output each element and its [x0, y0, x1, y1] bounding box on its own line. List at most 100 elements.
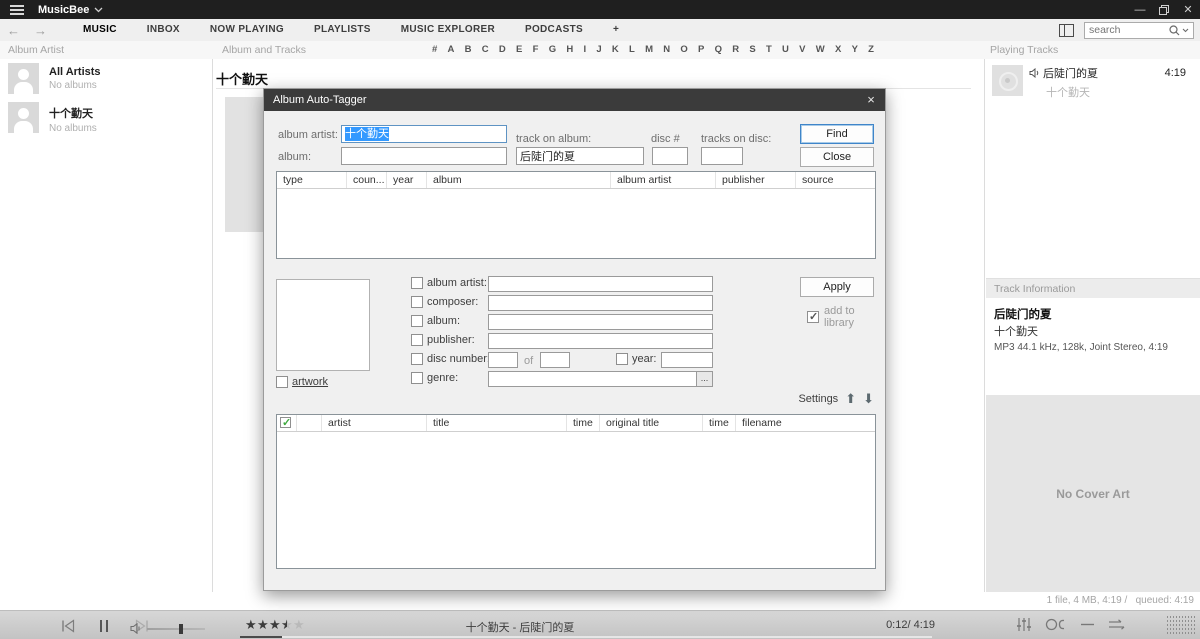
- tag-publisher-input[interactable]: [488, 333, 713, 349]
- disc-number-input[interactable]: [652, 147, 688, 165]
- restore-button[interactable]: [1152, 0, 1176, 19]
- search-results-table[interactable]: typecoun...yearalbumalbum artistpublishe…: [276, 171, 876, 259]
- track-on-album-input[interactable]: [516, 147, 644, 165]
- alphabet-letter[interactable]: T: [766, 44, 772, 55]
- year-input[interactable]: [661, 352, 713, 368]
- results-column-header[interactable]: coun...: [347, 172, 387, 188]
- disc-count-input[interactable]: [540, 352, 570, 368]
- artwork-checkbox[interactable]: [276, 376, 288, 388]
- tab-add[interactable]: +: [598, 19, 634, 41]
- alphabet-letter[interactable]: M: [645, 44, 653, 55]
- spectrum-visualizer-icon[interactable]: [1166, 615, 1196, 636]
- tag-album-checkbox[interactable]: [411, 315, 423, 327]
- alphabet-letter[interactable]: H: [566, 44, 573, 55]
- tracks-column-header[interactable]: [297, 415, 322, 431]
- tab-inbox[interactable]: INBOX: [132, 19, 195, 41]
- tag-disc-number-checkbox[interactable]: [411, 353, 423, 365]
- alphabet-letter[interactable]: B: [465, 44, 472, 55]
- find-button[interactable]: Find: [800, 124, 874, 144]
- genre-input[interactable]: [488, 371, 697, 387]
- search-input[interactable]: [1089, 24, 1169, 36]
- tag-album-artist-input[interactable]: [488, 276, 713, 292]
- alphabet-letter[interactable]: P: [698, 44, 704, 55]
- alphabet-letter[interactable]: Z: [868, 44, 874, 55]
- repeat-off-icon[interactable]: [1080, 618, 1095, 631]
- tracks-column-header[interactable]: title: [427, 415, 567, 431]
- tracks-column-header[interactable]: [277, 415, 297, 431]
- playback-time[interactable]: 0:12/ 4:19: [790, 619, 935, 631]
- results-column-header[interactable]: album: [427, 172, 611, 188]
- alphabet-letter[interactable]: G: [549, 44, 556, 55]
- artwork-preview-box[interactable]: [276, 279, 370, 371]
- alphabet-letter[interactable]: L: [629, 44, 635, 55]
- alphabet-letter[interactable]: W: [816, 44, 825, 55]
- tab-music-explorer[interactable]: MUSIC EXPLORER: [386, 19, 510, 41]
- genre-browse-button[interactable]: ...: [697, 371, 713, 387]
- artist-list-item[interactable]: All ArtistsNo albums: [8, 63, 212, 94]
- playing-track-row[interactable]: 后陡门的夏 4:19 十个勤天: [986, 59, 1200, 100]
- results-column-header[interactable]: source: [796, 172, 875, 188]
- alphabet-letter[interactable]: Y: [852, 44, 858, 55]
- equalizer-icon[interactable]: [1016, 617, 1032, 632]
- scrobble-icon[interactable]: [1045, 618, 1067, 631]
- disc-number-value-input[interactable]: [488, 352, 518, 368]
- tracks-on-disc-input[interactable]: [701, 147, 743, 165]
- menu-icon[interactable]: [10, 5, 24, 15]
- volume-slider-thumb[interactable]: [179, 624, 183, 634]
- album-artist-input[interactable]: 十个勤天: [341, 125, 507, 143]
- tab-playlists[interactable]: PLAYLISTS: [299, 19, 386, 41]
- tag-album-artist-checkbox[interactable]: [411, 277, 423, 289]
- results-column-header[interactable]: type: [277, 172, 347, 188]
- tracks-column-header[interactable]: artist: [322, 415, 427, 431]
- dialog-close-icon[interactable]: ×: [861, 89, 881, 111]
- tag-year-checkbox[interactable]: [616, 353, 628, 365]
- select-all-checkbox[interactable]: [280, 417, 291, 428]
- add-to-library-checkbox[interactable]: [807, 311, 819, 323]
- tracks-column-header[interactable]: time: [703, 415, 736, 431]
- shuffle-icon[interactable]: [1108, 618, 1126, 631]
- search-icon[interactable]: [1169, 25, 1180, 36]
- move-down-arrow-icon[interactable]: ⬇: [863, 392, 874, 405]
- volume-slider[interactable]: [147, 628, 205, 630]
- chevron-down-icon[interactable]: [94, 7, 103, 13]
- tag-composer-input[interactable]: [488, 295, 713, 311]
- alphabet-letter[interactable]: D: [499, 44, 506, 55]
- panel-layout-icon[interactable]: [1059, 24, 1074, 37]
- alphabet-letter[interactable]: A: [448, 44, 455, 55]
- dialog-title-bar[interactable]: Album Auto-Tagger ×: [264, 89, 885, 111]
- alphabet-letter[interactable]: E: [516, 44, 522, 55]
- artist-list-item[interactable]: 十个勤天No albums: [8, 102, 212, 134]
- tag-genre-checkbox[interactable]: [411, 372, 423, 384]
- tracks-column-header[interactable]: filename: [736, 415, 875, 431]
- move-up-arrow-icon[interactable]: ⬆: [845, 392, 856, 405]
- tab-now-playing[interactable]: NOW PLAYING: [195, 19, 299, 41]
- alphabet-letter[interactable]: K: [612, 44, 619, 55]
- search-options-chevron-icon[interactable]: [1182, 28, 1189, 33]
- tracks-column-header[interactable]: time: [567, 415, 600, 431]
- alphabet-letter[interactable]: F: [533, 44, 539, 55]
- volume-speaker-icon[interactable]: [130, 623, 142, 634]
- album-input[interactable]: [341, 147, 507, 165]
- previous-track-button[interactable]: [60, 619, 76, 633]
- alphabet-letter[interactable]: S: [749, 44, 755, 55]
- alphabet-letter[interactable]: X: [835, 44, 841, 55]
- forward-arrow-icon[interactable]: →: [27, 23, 54, 38]
- close-dialog-button[interactable]: Close: [800, 147, 874, 167]
- track-progress-bar[interactable]: [240, 636, 932, 638]
- tag-composer-checkbox[interactable]: [411, 296, 423, 308]
- alphabet-letter[interactable]: Q: [715, 44, 722, 55]
- alphabet-letter[interactable]: V: [799, 44, 805, 55]
- tracks-column-header[interactable]: original title: [600, 415, 703, 431]
- alphabet-letter[interactable]: N: [663, 44, 670, 55]
- alphabet-letter[interactable]: I: [583, 44, 586, 55]
- artwork-link[interactable]: artwork: [292, 376, 328, 388]
- tracks-table[interactable]: artisttitletimeoriginal titletimefilenam…: [276, 414, 876, 569]
- minimize-button[interactable]: —: [1128, 0, 1152, 19]
- tag-album-input[interactable]: [488, 314, 713, 330]
- close-button[interactable]: ✕: [1176, 0, 1200, 19]
- results-column-header[interactable]: album artist: [611, 172, 716, 188]
- results-column-header[interactable]: publisher: [716, 172, 796, 188]
- alphabet-letter[interactable]: O: [680, 44, 687, 55]
- back-arrow-icon[interactable]: ←: [0, 23, 27, 38]
- tag-publisher-checkbox[interactable]: [411, 334, 423, 346]
